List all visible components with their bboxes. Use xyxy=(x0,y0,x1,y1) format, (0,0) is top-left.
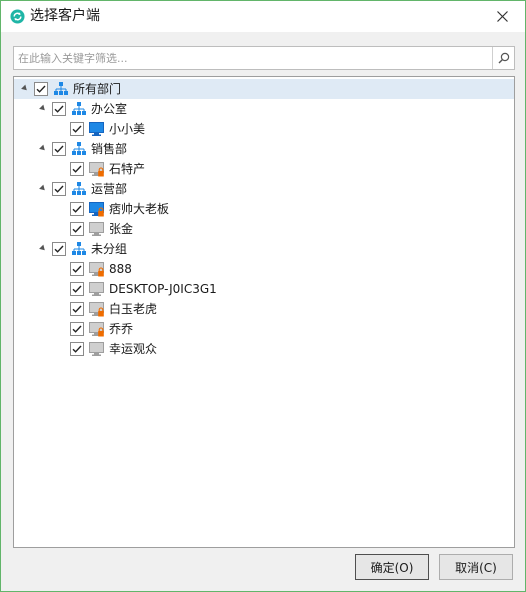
locked-computer-icon xyxy=(89,201,105,217)
search-button[interactable] xyxy=(492,47,514,69)
ok-button[interactable]: 确定(O) xyxy=(355,554,429,580)
expand-arrow-icon[interactable] xyxy=(39,184,47,193)
client-tree: 所有部门办公室小小美销售部石特产运营部痞帅大老板张金未分组 888 DESKTOP-… xyxy=(13,76,515,548)
tree-client-row[interactable]: 乔乔 xyxy=(14,319,514,339)
org-chart-icon xyxy=(71,141,87,157)
tree-item-label: 888 xyxy=(109,262,132,276)
tree-item-label: 未分组 xyxy=(91,242,128,256)
tree-checkbox[interactable] xyxy=(70,322,84,336)
close-button[interactable] xyxy=(489,4,515,28)
tree-group-row[interactable]: 所有部门 xyxy=(14,79,514,99)
tree-item-label: 所有部门 xyxy=(73,82,122,96)
tree-item-label: 办公室 xyxy=(91,102,128,116)
tree-item-label: 白玉老虎 xyxy=(109,302,158,316)
org-chart-icon xyxy=(71,101,87,117)
locked-computer-icon xyxy=(89,301,105,317)
tree-client-row[interactable]: 小小美 xyxy=(14,119,514,139)
tree-item-label: 小小美 xyxy=(109,122,146,136)
tree-item-label: 乔乔 xyxy=(109,322,134,336)
tree-group-row[interactable]: 办公室 xyxy=(14,99,514,119)
tree-item-label: DESKTOP-J0IC3G1 xyxy=(109,282,217,296)
computer-icon xyxy=(89,121,105,137)
org-chart-icon xyxy=(71,181,87,197)
tree-checkbox[interactable] xyxy=(70,122,84,136)
dialog-window: 选择客户端 所有部门办公室小小美销售部石特产运营部痞帅大老板张金未分组 888 DE… xyxy=(0,0,526,592)
locked-computer-icon xyxy=(89,161,105,177)
computer-icon xyxy=(89,281,105,297)
org-chart-icon xyxy=(53,81,69,97)
locked-computer-icon xyxy=(89,321,105,337)
search-input[interactable] xyxy=(14,47,488,69)
tree-item-label: 幸运观众 xyxy=(109,342,158,356)
tree-client-row[interactable]: 幸运观众 xyxy=(14,339,514,359)
tree-checkbox[interactable] xyxy=(52,182,66,196)
tree-checkbox[interactable] xyxy=(34,82,48,96)
org-chart-icon xyxy=(71,241,87,257)
tree-checkbox[interactable] xyxy=(70,282,84,296)
tree-item-label: 张金 xyxy=(109,222,134,236)
expand-arrow-icon[interactable] xyxy=(39,104,47,113)
locked-computer-icon xyxy=(89,261,105,277)
tree-client-row[interactable]: 石特产 xyxy=(14,159,514,179)
computer-icon xyxy=(89,221,105,237)
tree-item-label: 销售部 xyxy=(91,142,128,156)
tree-checkbox[interactable] xyxy=(52,242,66,256)
tree-checkbox[interactable] xyxy=(70,342,84,356)
title-bar: 选择客户端 xyxy=(1,1,525,32)
expand-arrow-icon[interactable] xyxy=(21,84,29,93)
tree-checkbox[interactable] xyxy=(70,202,84,216)
tree-client-row[interactable]: 张金 xyxy=(14,219,514,239)
dialog-title: 选择客户端 xyxy=(30,8,100,24)
tree-group-row[interactable]: 未分组 xyxy=(14,239,514,259)
tree-checkbox[interactable] xyxy=(52,102,66,116)
expand-arrow-icon[interactable] xyxy=(39,144,47,153)
tree-client-row[interactable]: DESKTOP-J0IC3G1 xyxy=(14,279,514,299)
tree-checkbox[interactable] xyxy=(70,302,84,316)
computer-icon xyxy=(89,341,105,357)
tree-item-label: 石特产 xyxy=(109,162,146,176)
tree-client-row[interactable]: 痞帅大老板 xyxy=(14,199,514,219)
tree-item-label: 运营部 xyxy=(91,182,128,196)
tree-checkbox[interactable] xyxy=(70,262,84,276)
search-box xyxy=(13,46,515,70)
refresh-circle-icon xyxy=(10,9,25,24)
tree-client-row[interactable]: 888 xyxy=(14,259,514,279)
close-icon xyxy=(496,10,508,22)
tree-checkbox[interactable] xyxy=(70,222,84,236)
tree-item-label: 痞帅大老板 xyxy=(109,202,170,216)
expand-arrow-icon[interactable] xyxy=(39,244,47,253)
tree-group-row[interactable]: 销售部 xyxy=(14,139,514,159)
cancel-button[interactable]: 取消(C) xyxy=(439,554,513,580)
tree-group-row[interactable]: 运营部 xyxy=(14,179,514,199)
search-icon xyxy=(498,52,509,64)
tree-checkbox[interactable] xyxy=(70,162,84,176)
tree-checkbox[interactable] xyxy=(52,142,66,156)
tree-client-row[interactable]: 白玉老虎 xyxy=(14,299,514,319)
